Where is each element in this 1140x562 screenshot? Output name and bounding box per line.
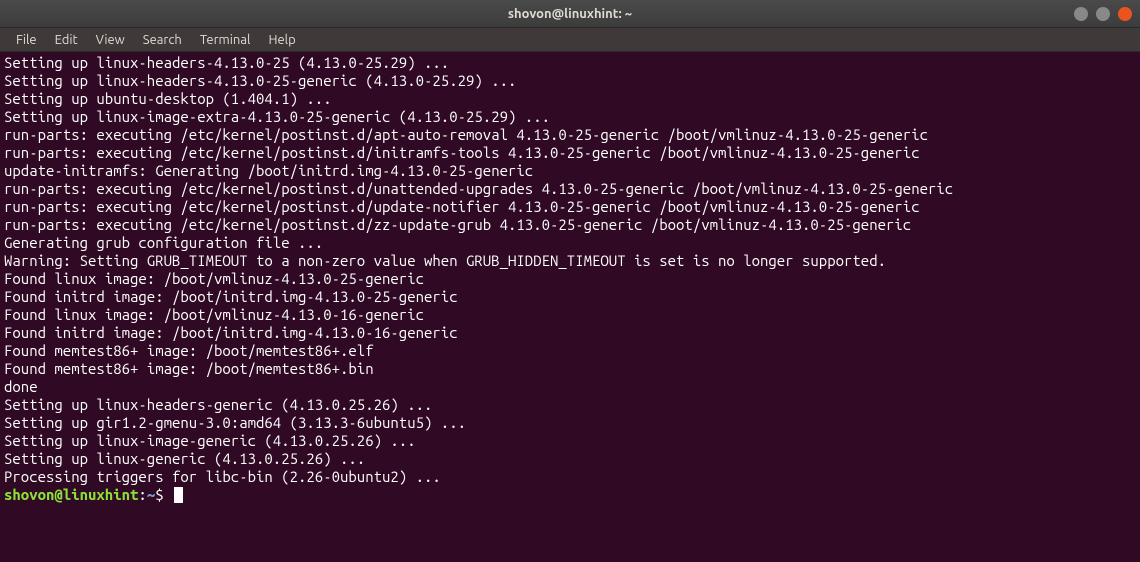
terminal-line: Found linux image: /boot/vmlinuz-4.13.0-…: [4, 270, 1136, 288]
close-button[interactable]: [1118, 7, 1132, 21]
prompt-separator: :: [138, 486, 146, 504]
menu-terminal[interactable]: Terminal: [192, 31, 259, 49]
prompt-line[interactable]: shovon@linuxhint:~$: [4, 486, 1136, 504]
terminal-line: Setting up linux-image-generic (4.13.0.2…: [4, 432, 1136, 450]
maximize-button[interactable]: [1096, 7, 1110, 21]
window-title: shovon@linuxhint: ~: [508, 7, 632, 21]
terminal-line: run-parts: executing /etc/kernel/postins…: [4, 144, 1136, 162]
terminal-window: shovon@linuxhint: ~ File Edit View Searc…: [0, 0, 1140, 562]
menubar: File Edit View Search Terminal Help: [0, 28, 1140, 52]
terminal-line: update-initramfs: Generating /boot/initr…: [4, 162, 1136, 180]
prompt-dollar: $: [155, 486, 172, 504]
terminal-line: done: [4, 378, 1136, 396]
terminal-line: Generating grub configuration file ...: [4, 234, 1136, 252]
menu-file[interactable]: File: [8, 31, 45, 49]
terminal-line: Found linux image: /boot/vmlinuz-4.13.0-…: [4, 306, 1136, 324]
terminal-line: Setting up gir1.2-gmenu-3.0:amd64 (3.13.…: [4, 414, 1136, 432]
prompt-path: ~: [147, 486, 155, 504]
titlebar: shovon@linuxhint: ~: [0, 0, 1140, 28]
terminal-line: Found memtest86+ image: /boot/memtest86+…: [4, 342, 1136, 360]
terminal-line: Setting up linux-headers-generic (4.13.0…: [4, 396, 1136, 414]
menu-search[interactable]: Search: [135, 31, 190, 49]
cursor: [174, 487, 183, 503]
terminal-line: run-parts: executing /etc/kernel/postins…: [4, 180, 1136, 198]
terminal-line: Setting up linux-headers-4.13.0-25-gener…: [4, 72, 1136, 90]
terminal-line: run-parts: executing /etc/kernel/postins…: [4, 198, 1136, 216]
menu-help[interactable]: Help: [260, 31, 303, 49]
terminal-line: Warning: Setting GRUB_TIMEOUT to a non-z…: [4, 252, 1136, 270]
terminal-area[interactable]: Setting up linux-headers-4.13.0-25 (4.13…: [0, 52, 1140, 562]
menu-view[interactable]: View: [88, 31, 133, 49]
terminal-line: run-parts: executing /etc/kernel/postins…: [4, 216, 1136, 234]
minimize-button[interactable]: [1074, 7, 1088, 21]
terminal-line: Found initrd image: /boot/initrd.img-4.1…: [4, 324, 1136, 342]
menu-edit[interactable]: Edit: [47, 31, 86, 49]
terminal-line: Setting up ubuntu-desktop (1.404.1) ...: [4, 90, 1136, 108]
terminal-line: Found memtest86+ image: /boot/memtest86+…: [4, 360, 1136, 378]
terminal-line: Setting up linux-generic (4.13.0.25.26) …: [4, 450, 1136, 468]
terminal-line: Processing triggers for libc-bin (2.26-0…: [4, 468, 1136, 486]
terminal-line: Setting up linux-image-extra-4.13.0-25-g…: [4, 108, 1136, 126]
window-controls: [1074, 7, 1132, 21]
terminal-line: run-parts: executing /etc/kernel/postins…: [4, 126, 1136, 144]
terminal-line: Setting up linux-headers-4.13.0-25 (4.13…: [4, 54, 1136, 72]
prompt-user-host: shovon@linuxhint: [4, 486, 138, 504]
terminal-line: Found initrd image: /boot/initrd.img-4.1…: [4, 288, 1136, 306]
